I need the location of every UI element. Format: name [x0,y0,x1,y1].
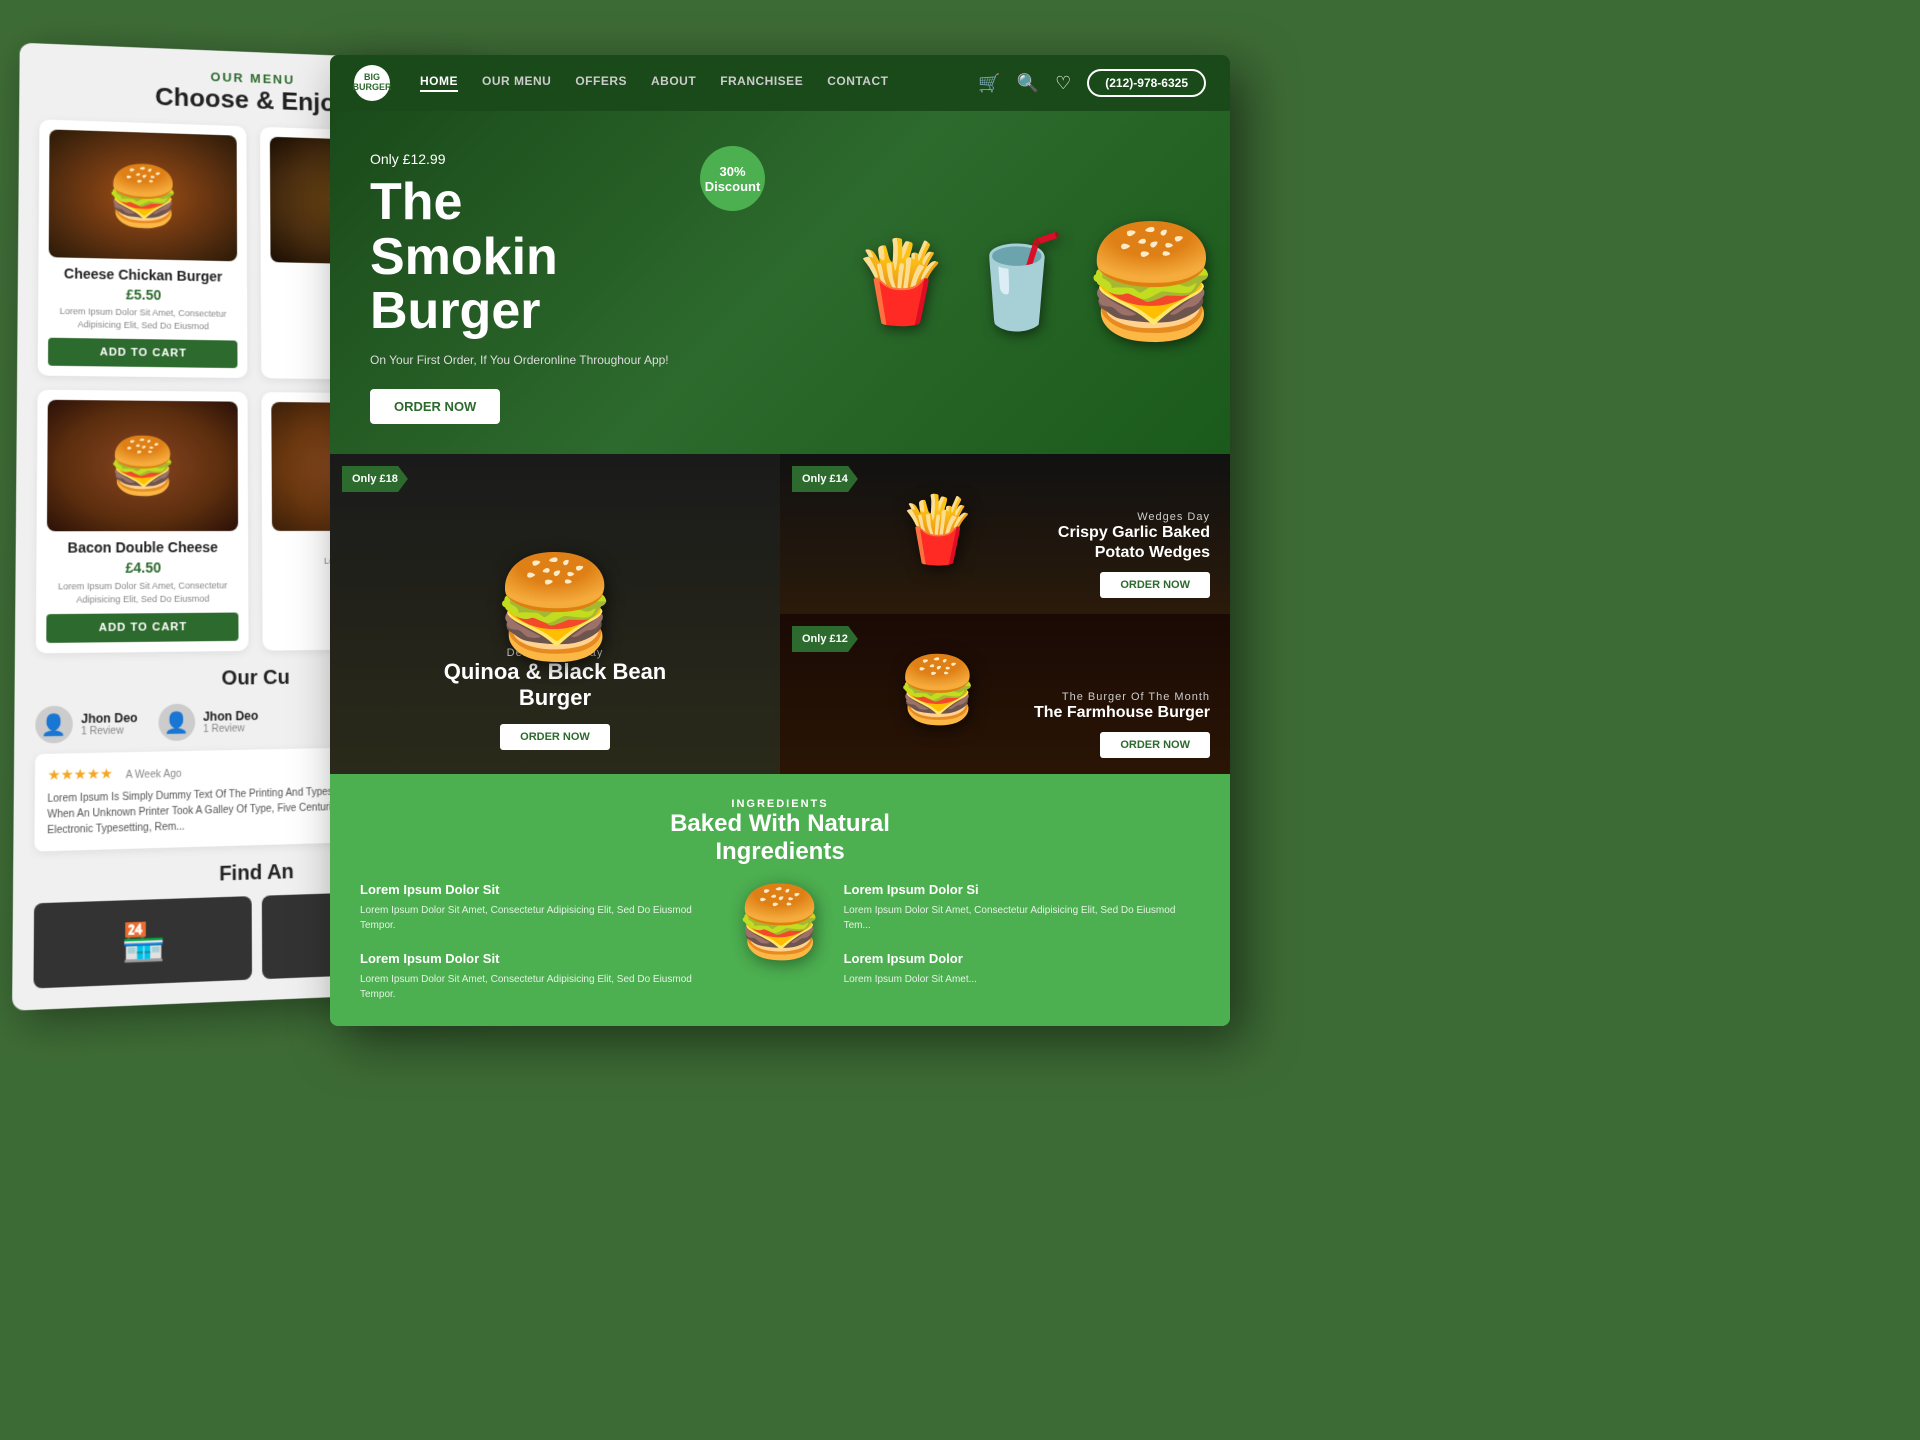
ingredients-burger-icon: 🍔 [736,882,823,964]
reviewer-info-1: Jhon Deo 1 Review [81,711,138,738]
ing-item-right-1: Lorem Ipsum Dolor Si Lorem Ipsum Dolor S… [844,882,1200,933]
deal-right: Only £14 🍟 Wedges Day Crispy Garlic Bake… [780,454,1230,774]
menu-card-1: Cheese Chickan Burger £5.50 Lorem Ipsum … [38,119,248,378]
logo-circle: BIGBURGER [354,65,390,101]
ing-heading-left-1: Lorem Ipsum Dolor Sit [360,882,716,897]
card-image-3 [47,400,238,532]
reviewer-avatar-2 [158,704,195,742]
card-desc-3: Lorem Ipsum Dolor Sit Amet, Consectetur … [46,579,238,606]
cart-icon[interactable]: 🛒 [978,73,1000,94]
deal-right-bottom-badge-only: Only [802,633,826,645]
navbar: BIGBURGER HOME OUR MENU OFFERS ABOUT FRA… [330,55,1230,111]
drink-icon: 🥤 [961,230,1073,335]
ingredients-title: Baked With NaturalIngredients [360,810,1200,866]
heart-icon[interactable]: ♡ [1055,73,1071,94]
logo-text: BIGBURGER [353,73,392,93]
deal-right-top-order-button[interactable]: ORDER NOW [1100,572,1210,598]
add-to-cart-button-1[interactable]: ADD TO CART [48,338,237,368]
reviewer-1: Jhon Deo 1 Review [35,705,137,744]
review-stars: ★★★★★ [47,765,112,783]
review-date: A Week Ago [126,769,182,782]
hero-food-display: 🍟 🥤 🍔 [851,218,1220,347]
main-website-panel: BIGBURGER HOME OUR MENU OFFERS ABOUT FRA… [330,55,1230,1026]
deal-right-bottom-label: The Burger Of The Month [1062,691,1210,703]
deal-right-bottom: Only £12 🍔 The Burger Of The Month The F… [780,614,1230,774]
deal-right-top-food-icon: 🍟 [897,492,978,568]
reviewer-avatar-1 [35,706,73,744]
ing-item-left-1: Lorem Ipsum Dolor Sit Lorem Ipsum Dolor … [360,882,716,933]
location-img-1 [33,896,252,988]
nav-links: HOME OUR MENU OFFERS ABOUT FRANCHISEE CO… [420,74,978,92]
discount-percent: 30% [719,164,745,179]
deal-left-badge-only: Only [352,473,376,485]
deal-left: Only £18 🍔 Deal Of The Day Quinoa & Blac… [330,454,780,774]
ing-item-right-2: Lorem Ipsum Dolor Lorem Ipsum Dolor Sit … [844,951,1200,987]
deal-right-bottom-badge-price: £12 [830,633,848,645]
ing-heading-right-2: Lorem Ipsum Dolor [844,951,1200,966]
reviewer-count-1: 1 Review [81,725,138,737]
card-price-3: £4.50 [47,559,239,576]
ing-text-right-2: Lorem Ipsum Dolor Sit Amet... [844,972,1200,987]
hero-title-line3: Burger [370,282,540,340]
ing-text-left-2: Lorem Ipsum Dolor Sit Amet, Consectetur … [360,972,716,1002]
deal-right-top-badge-only: Only [802,473,826,485]
ingredients-right: Lorem Ipsum Dolor Si Lorem Ipsum Dolor S… [844,882,1200,987]
nav-icons: 🛒 🔍 ♡ (212)-978-6325 [978,69,1206,97]
hero-section: Only £12.99 The Smokin Burger On Your Fi… [330,111,1230,454]
menu-card-3: Bacon Double Cheese £4.50 Lorem Ipsum Do… [36,390,249,654]
hero-order-button[interactable]: ORDER NOW [370,389,500,424]
deal-right-bottom-order-button[interactable]: ORDER NOW [1100,732,1210,758]
hero-burger-icon: 🍔 [1083,218,1220,347]
deal-right-top-badge: Only £14 [792,466,858,492]
nav-our-menu[interactable]: OUR MENU [482,74,551,92]
phone-button[interactable]: (212)-978-6325 [1087,69,1206,97]
ingredients-label: INGREDIENTS [360,798,1200,810]
ingredients-section: INGREDIENTS Baked With NaturalIngredient… [330,774,1230,1026]
deal-left-badge: Only £18 [342,466,408,492]
deal-left-badge-price: £18 [380,473,398,485]
reviewer-name-2: Jhon Deo [203,709,258,724]
deal-right-top: Only £14 🍟 Wedges Day Crispy Garlic Bake… [780,454,1230,614]
logo-area: BIGBURGER [354,65,390,101]
discount-badge: 30% Discount [700,146,765,211]
reviewer-info-2: Jhon Deo 1 Review [203,709,258,736]
deals-section: Only £18 🍔 Deal Of The Day Quinoa & Blac… [330,454,1230,774]
nav-contact[interactable]: CONTACT [827,74,888,92]
hero-subtitle: On Your First Order, If You Orderonline … [370,351,790,369]
deal-right-bottom-badge: Only £12 [792,626,858,652]
card-price-1: £5.50 [48,285,237,304]
search-icon[interactable]: 🔍 [1017,73,1039,94]
nav-home[interactable]: HOME [420,74,458,92]
ing-heading-right-1: Lorem Ipsum Dolor Si [844,882,1200,897]
reviewer-2: Jhon Deo 1 Review [158,703,258,742]
hero-title-line1: The [370,173,462,231]
ing-text-left-1: Lorem Ipsum Dolor Sit Amet, Consectetur … [360,903,716,933]
reviewer-name-1: Jhon Deo [81,711,137,726]
deal-right-top-title: Crispy Garlic BakedPotato Wedges [1058,523,1210,561]
fries-icon: 🍟 [851,235,951,329]
deal-right-bottom-title: The Farmhouse Burger [1034,703,1210,722]
ingredients-left: Lorem Ipsum Dolor Sit Lorem Ipsum Dolor … [360,882,716,1002]
ing-heading-left-2: Lorem Ipsum Dolor Sit [360,951,716,966]
ing-text-right-1: Lorem Ipsum Dolor Sit Amet, Consectetur … [844,903,1200,933]
card-name-1: Cheese Chickan Burger [49,265,238,285]
nav-offers[interactable]: OFFERS [575,74,627,92]
deal-right-top-label: Wedges Day [1137,511,1210,523]
ingredients-grid: Lorem Ipsum Dolor Sit Lorem Ipsum Dolor … [360,882,1200,1002]
ing-item-left-2: Lorem Ipsum Dolor Sit Lorem Ipsum Dolor … [360,951,716,1002]
nav-about[interactable]: ABOUT [651,74,696,92]
discount-label: Discount [705,179,761,194]
deal-left-food-icon: 🍔 [493,549,618,666]
deal-left-title: Quinoa & Black BeanBurger [444,659,667,712]
add-to-cart-button-3[interactable]: ADD TO CART [46,613,238,643]
reviewer-count-2: 1 Review [203,723,258,735]
card-image-1 [49,129,237,261]
hero-title-line2: Smokin [370,228,558,286]
deal-right-top-badge-price: £14 [830,473,848,485]
deal-left-order-button[interactable]: ORDER NOW [500,724,610,750]
card-desc-1: Lorem Ipsum Dolor Sit Amet, Consectetur … [48,305,237,333]
deal-right-bottom-food-icon: 🍔 [897,652,978,728]
card-name-3: Bacon Double Cheese [47,539,238,556]
nav-franchisee[interactable]: FRANCHISEE [720,74,803,92]
